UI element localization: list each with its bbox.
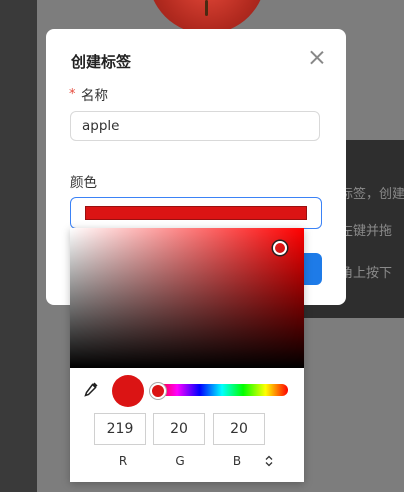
saturation-area[interactable] — [70, 228, 304, 368]
help-line-3: 角上按下 — [340, 266, 393, 281]
green-input[interactable]: 20 — [153, 413, 205, 445]
close-icon[interactable] — [308, 48, 326, 66]
color-label: 颜色 — [70, 175, 97, 191]
name-label: 名称 — [81, 88, 108, 104]
help-line-1: 标签，创建 — [340, 187, 404, 202]
sidebar-backdrop — [0, 0, 37, 492]
dialog-title: 创建标签 — [71, 53, 132, 71]
up-down-arrows-icon[interactable] — [264, 455, 274, 467]
color-preview-bar — [85, 206, 307, 220]
eyedropper-icon[interactable] — [82, 380, 100, 398]
green-label: G — [175, 454, 185, 468]
help-line-2: 左键并拖 — [340, 224, 393, 239]
current-color-swatch — [112, 375, 144, 407]
blue-input[interactable]: 20 — [213, 413, 265, 445]
red-input[interactable]: 219 — [94, 413, 146, 445]
color-field[interactable] — [70, 197, 322, 229]
hue-slider-thumb[interactable] — [150, 383, 166, 399]
hue-slider[interactable] — [156, 384, 288, 396]
blue-label: B — [232, 454, 242, 468]
required-mark: * — [69, 87, 76, 102]
saturation-cursor[interactable] — [273, 241, 287, 255]
color-picker-popover: 219 20 20 R G B — [70, 228, 304, 482]
apple-stem — [205, 0, 208, 16]
red-label: R — [118, 454, 128, 468]
name-input[interactable]: apple — [70, 111, 320, 141]
